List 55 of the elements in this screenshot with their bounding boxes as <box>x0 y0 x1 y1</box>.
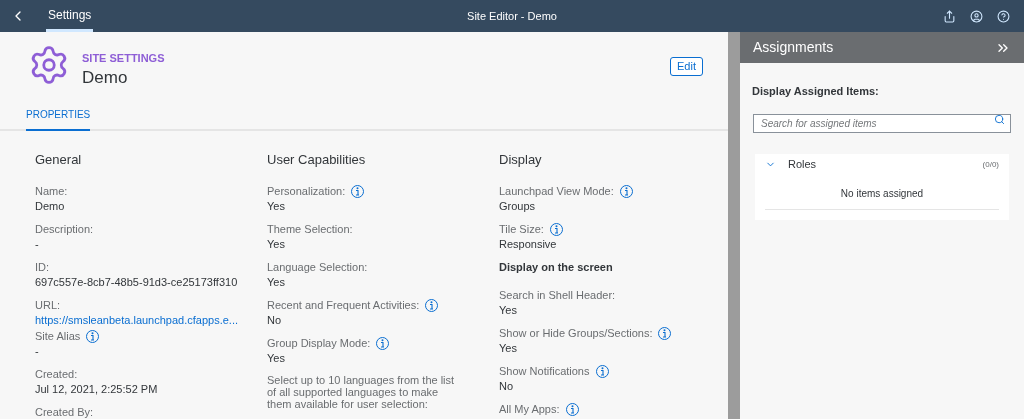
properties-tab[interactable]: PROPERTIES <box>26 107 91 131</box>
note-text: Select up to 10 languages from the list of all supported languages to make them available for user selection: <box>267 374 456 410</box>
field-label: Language Selection: <box>267 259 368 275</box>
group-title: Roles <box>788 157 817 173</box>
field-value: Yes <box>267 199 286 213</box>
window-title: Site Editor - Demo <box>467 8 557 24</box>
field-label: Site Alias <box>35 328 81 344</box>
field-label: Recent and Frequent Activities: <box>267 297 420 313</box>
field-value: - <box>35 237 40 251</box>
empty-message: No items assigned <box>765 185 999 210</box>
field-label: Group Display Mode: <box>267 335 371 351</box>
url-link[interactable]: https://smsleanbeta.launchpad.cfapps.e... <box>35 313 267 327</box>
field-label: Created By: <box>35 404 94 419</box>
field-value: Yes <box>267 237 286 251</box>
page-title: Demo <box>82 66 129 89</box>
field-label: Tile Size: <box>499 221 544 237</box>
field-label: Personalization: <box>267 183 346 199</box>
field-value: Yes <box>267 351 286 365</box>
search-icon[interactable] <box>994 113 1005 125</box>
panel-title: Assignments <box>753 38 834 57</box>
field-value: - <box>35 344 40 358</box>
page-eyebrow: SITE SETTINGS <box>82 51 165 66</box>
share-icon[interactable] <box>943 9 956 23</box>
field-label: URL: <box>35 297 61 313</box>
section-heading: General <box>35 152 83 168</box>
field-label: Theme Selection: <box>267 221 353 237</box>
help-icon[interactable] <box>997 9 1010 23</box>
field-label: Description: <box>35 221 94 237</box>
section-heading: Display <box>499 152 543 168</box>
field-value: Yes <box>499 341 518 355</box>
field-label: ID: <box>35 259 50 275</box>
field-value: Demo <box>35 199 66 213</box>
edit-button[interactable]: Edit <box>670 57 703 76</box>
field-value: Yes <box>267 275 286 289</box>
search-field[interactable]: Search for assigned items <box>753 113 1011 133</box>
shell-tab[interactable]: Settings <box>46 0 94 32</box>
group-count: (0/0) <box>982 158 999 171</box>
field-value: 697c557e-8cb7-48b5-91d3-ce25173ff310 <box>35 275 239 289</box>
field-label: Launchpad View Mode: <box>499 183 614 199</box>
field-label: Show or Hide Groups/Sections: <box>499 325 653 341</box>
assigned-label: Display Assigned Items: <box>752 84 880 99</box>
field-value: Groups <box>499 199 537 213</box>
field-label: Created: <box>35 366 78 382</box>
user-icon[interactable] <box>970 9 983 23</box>
field-value: No <box>499 379 515 393</box>
field-value: No <box>267 313 283 327</box>
field-value: Responsive <box>499 237 558 251</box>
field-label: Name: <box>35 183 68 199</box>
field-value: Jul 12, 2021, 2:25:52 PM <box>35 382 159 396</box>
field-label: All My Apps: <box>499 401 560 417</box>
field-label: Show Notifications <box>499 363 590 379</box>
field-label: Search in Shell Header: <box>499 287 616 303</box>
field-value: Yes <box>499 303 518 317</box>
section-heading: User Capabilities <box>267 152 367 168</box>
section-subheading: Display on the screen <box>499 260 614 274</box>
